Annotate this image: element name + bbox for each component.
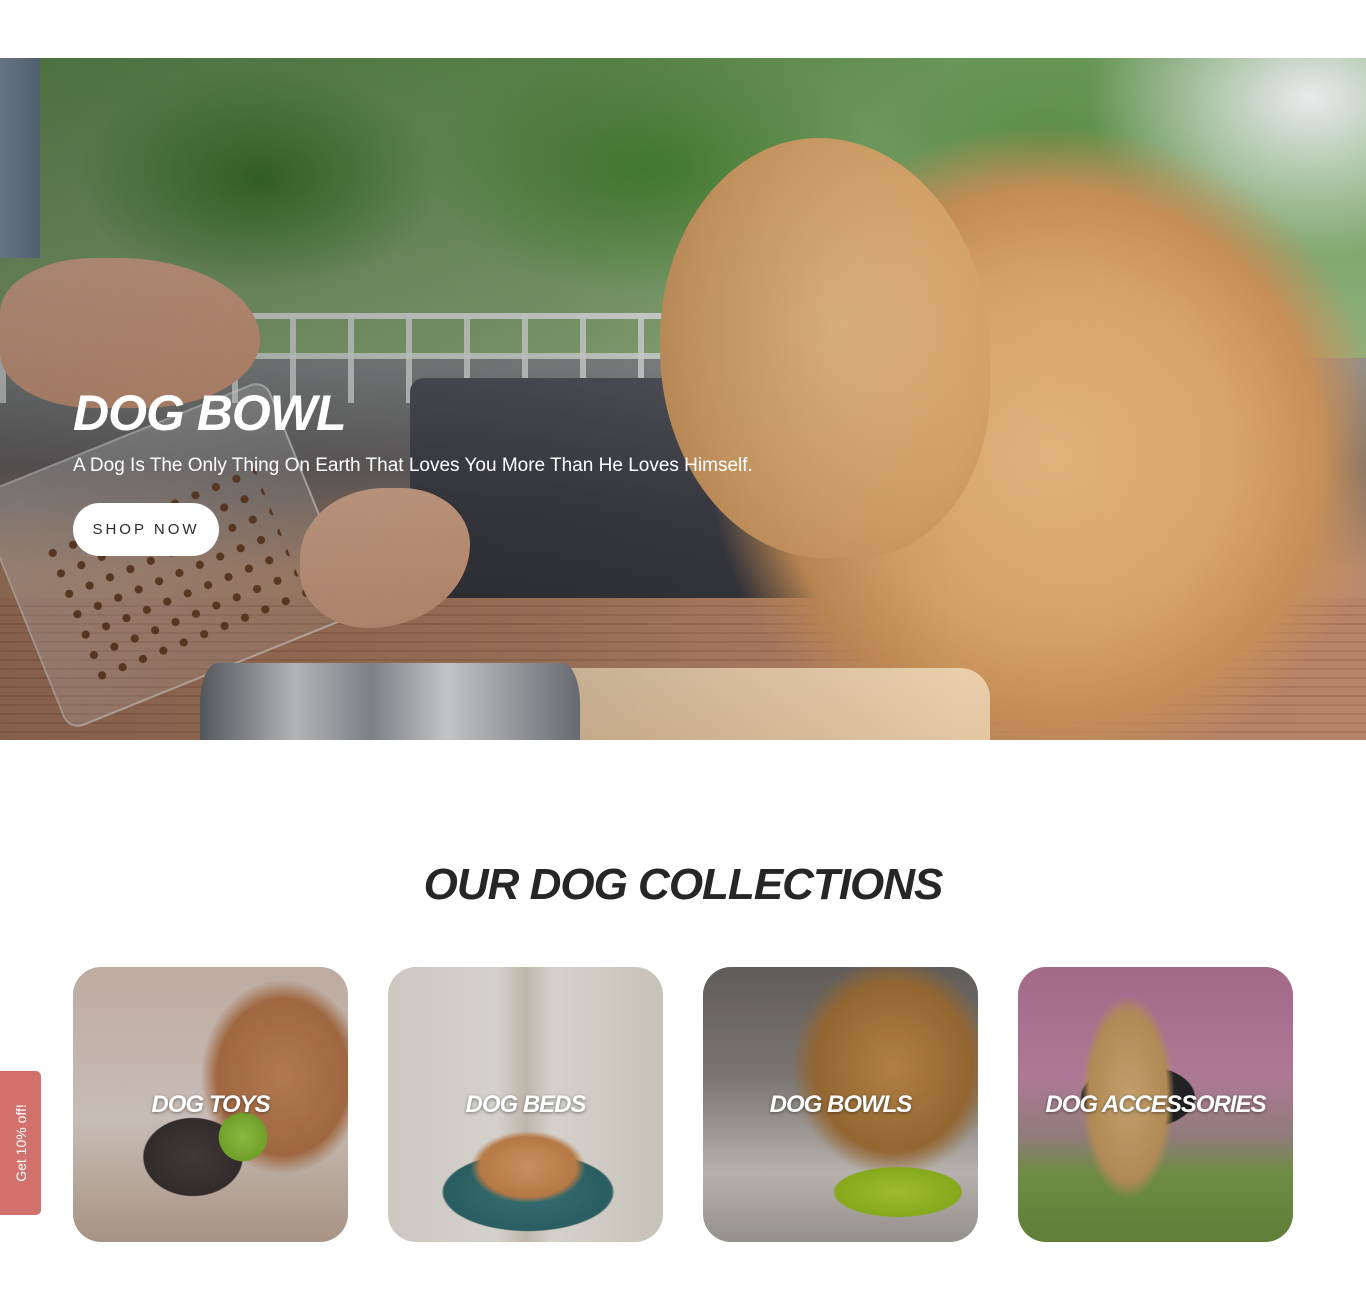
collection-card-dog-beds[interactable]: DOG BEDS: [388, 967, 663, 1242]
hero-subtitle: A Dog Is The Only Thing On Earth That Lo…: [73, 455, 753, 476]
collection-card-dog-bowls[interactable]: DOG BOWLS: [703, 967, 978, 1242]
hero-title: DOG BOWL: [73, 385, 347, 441]
collection-label: DOG BOWLS: [769, 1091, 913, 1118]
collections-grid: DOG TOYS DOG BEDS DOG BOWLS DOG ACCESSOR…: [73, 967, 1293, 1242]
collection-label: DOG ACCESSORIES: [1045, 1091, 1266, 1118]
collection-card-dog-toys[interactable]: DOG TOYS: [73, 967, 348, 1242]
collection-label: DOG BEDS: [465, 1091, 586, 1118]
hero-content: DOG BOWL A Dog Is The Only Thing On Eart…: [73, 383, 753, 556]
shop-now-button[interactable]: SHOP NOW: [73, 503, 219, 556]
discount-tab-label: Get 10% off!: [12, 1104, 29, 1182]
discount-tab[interactable]: Get 10% off!: [0, 1071, 41, 1215]
collections-title: OUR DOG COLLECTIONS: [423, 860, 944, 909]
collection-label: DOG TOYS: [151, 1091, 270, 1118]
hero-banner: DOG BOWL A Dog Is The Only Thing On Eart…: [0, 58, 1366, 740]
collection-card-dog-accessories[interactable]: DOG ACCESSORIES: [1018, 967, 1293, 1242]
